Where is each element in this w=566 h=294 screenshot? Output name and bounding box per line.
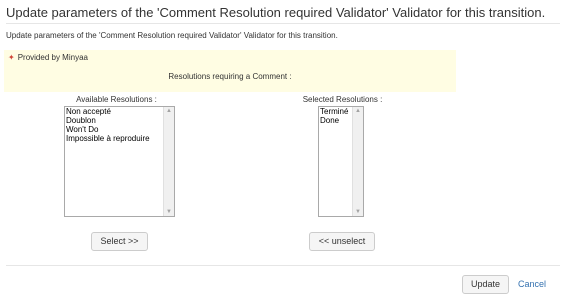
available-resolutions-list[interactable]: Non accepté Doublon Won't Do Impossible …: [64, 106, 175, 217]
update-button[interactable]: Update: [462, 275, 509, 294]
provided-by: ✦ Provided by Minyaa: [8, 53, 88, 62]
dialog-title: Update parameters of the 'Comment Resolu…: [6, 5, 546, 20]
available-resolutions-label: Available Resolutions :: [76, 95, 157, 104]
cancel-link[interactable]: Cancel: [518, 276, 546, 293]
provided-by-text: Provided by Minyaa: [17, 53, 88, 62]
unselect-button[interactable]: << unselect: [309, 232, 375, 251]
selected-resolutions-list[interactable]: Terminé Done ▲ ▼: [318, 106, 364, 217]
resolutions-label: Resolutions requiring a Comment :: [168, 72, 292, 81]
scrollbar[interactable]: ▲ ▼: [163, 107, 174, 216]
scroll-up-icon[interactable]: ▲: [164, 108, 174, 114]
list-item[interactable]: Won't Do: [65, 125, 174, 134]
selected-resolutions-label: Selected Resolutions :: [302, 95, 383, 104]
scroll-down-icon[interactable]: ▼: [164, 209, 174, 215]
list-item[interactable]: Impossible à reproduire: [65, 134, 174, 143]
scrollbar[interactable]: ▲ ▼: [352, 107, 363, 216]
title-divider: [6, 23, 560, 24]
select-button[interactable]: Select >>: [91, 232, 148, 251]
list-item[interactable]: Non accepté: [65, 107, 174, 116]
params-panel: ✦ Provided by Minyaa Resolutions requirin…: [4, 50, 456, 92]
scroll-up-icon[interactable]: ▲: [353, 108, 363, 114]
dialog-description: Update parameters of the 'Comment Resolu…: [6, 31, 338, 40]
footer-divider: [6, 265, 560, 266]
plug-icon: ✦: [8, 53, 15, 62]
list-item[interactable]: Doublon: [65, 116, 174, 125]
scroll-down-icon[interactable]: ▼: [353, 209, 363, 215]
